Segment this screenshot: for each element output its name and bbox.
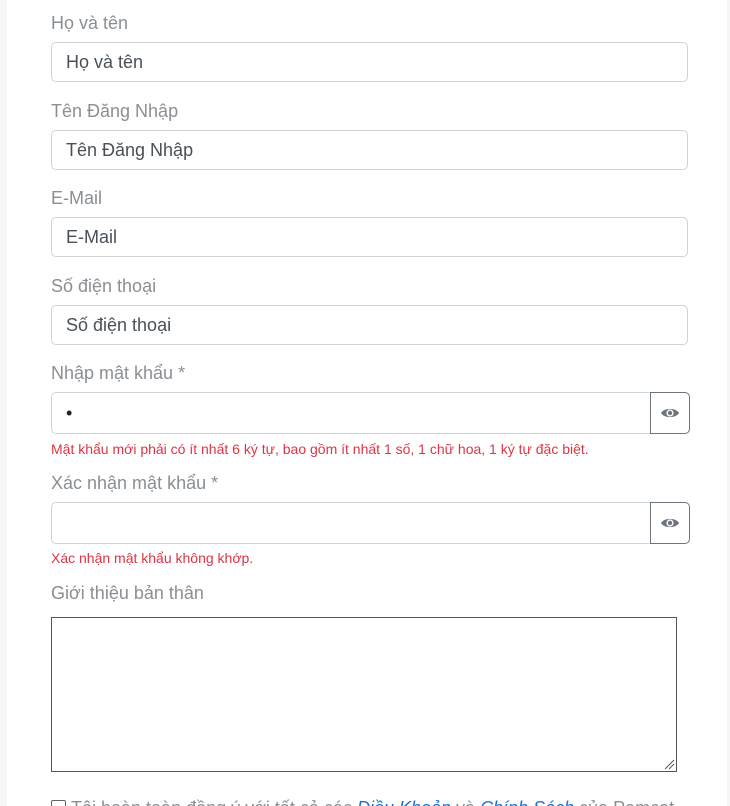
bio-label: Giới thiệu bản thân bbox=[51, 583, 204, 603]
agree-connector: và bbox=[451, 798, 480, 806]
email-input[interactable]: E-Mail bbox=[51, 217, 688, 257]
terms-link[interactable]: Điều Khoản bbox=[357, 798, 451, 806]
full-name-label: Họ và tên bbox=[51, 13, 129, 33]
agree-terms-row: Tôi hoàn toàn đồng ý với tất cả các Điều… bbox=[51, 798, 674, 806]
phone-input[interactable]: Số điện thoại bbox=[51, 305, 688, 345]
confirm-password-label: Xác nhận mật khẩu * bbox=[51, 473, 219, 493]
confirm-password-toggle-button[interactable] bbox=[650, 502, 690, 544]
password-error: Mật khẩu mới phải có ít nhất 6 ký tự, ba… bbox=[51, 441, 589, 457]
password-group: • bbox=[51, 392, 690, 434]
username-label: Tên Đăng Nhập bbox=[51, 101, 179, 121]
password-input[interactable]: • bbox=[51, 392, 651, 434]
username-input[interactable]: Tên Đăng Nhập bbox=[51, 130, 688, 170]
agree-checkbox[interactable] bbox=[51, 800, 66, 806]
registration-form: Họ và tên Họ và tên Tên Đăng Nhập Tên Đă… bbox=[7, 0, 727, 806]
password-toggle-button[interactable] bbox=[650, 392, 690, 434]
password-label: Nhập mật khẩu * bbox=[51, 363, 186, 383]
confirm-password-input[interactable] bbox=[51, 502, 651, 544]
eye-icon bbox=[661, 408, 679, 418]
agree-text: Tôi hoàn toàn đồng ý với tất cả các bbox=[71, 798, 357, 806]
agree-text-end: của Pamcat bbox=[574, 798, 674, 806]
full-name-input[interactable]: Họ và tên bbox=[51, 42, 688, 82]
confirm-password-error: Xác nhận mật khẩu không khớp. bbox=[51, 550, 254, 566]
policy-link[interactable]: Chính Sách bbox=[480, 798, 574, 806]
phone-label: Số điện thoại bbox=[51, 276, 157, 296]
password-mask: • bbox=[66, 403, 73, 423]
confirm-password-group bbox=[51, 502, 690, 544]
email-label: E-Mail bbox=[51, 188, 103, 208]
bio-textarea[interactable] bbox=[51, 617, 677, 772]
resize-grip-icon[interactable] bbox=[664, 759, 675, 770]
eye-icon bbox=[661, 518, 679, 528]
